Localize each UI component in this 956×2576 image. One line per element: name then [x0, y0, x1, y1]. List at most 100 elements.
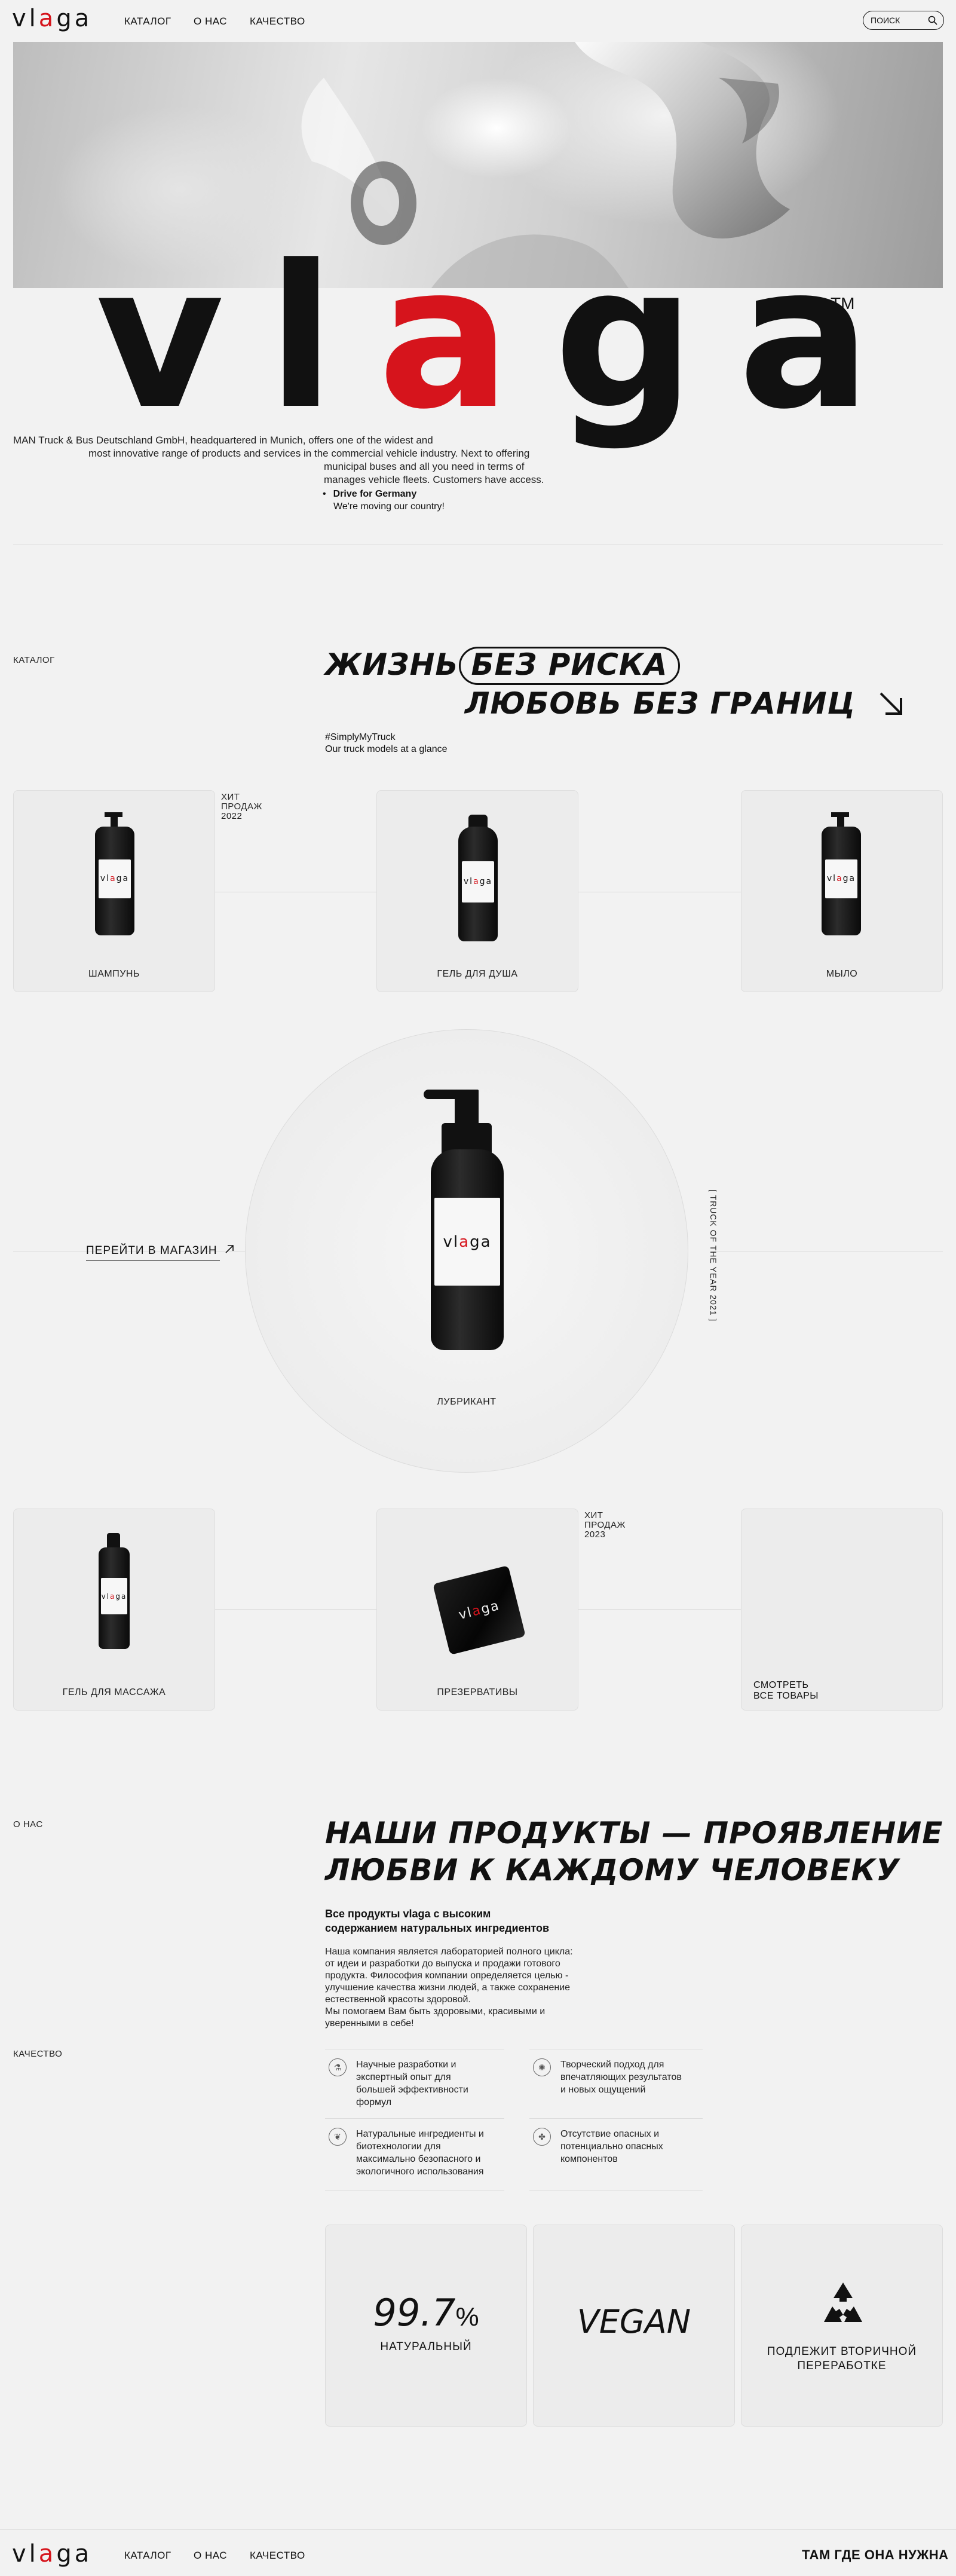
footer-slogan: ТАМ ГДЕ ОНА НУЖНА [802, 2547, 949, 2562]
spray-head [107, 1533, 120, 1549]
recycle-icon [824, 2283, 862, 2322]
brand-logo[interactable]: vlaga [12, 5, 92, 32]
about-headline-line: ЛЮБВИ К КАЖДОМУ ЧЕЛОВЕКУ [325, 1853, 900, 1887]
bestseller-badge-2023: ХИТ ПРОДАЖ 2023 [584, 1511, 626, 1540]
go-to-shop-link[interactable]: ПЕРЕЙТИ В МАГАЗИН [86, 1244, 234, 1258]
footer-link-about[interactable]: О НАС [194, 2550, 227, 2562]
pump-neck [455, 1096, 479, 1125]
search-box[interactable]: ПОИСК [863, 11, 944, 30]
footer-link-quality[interactable]: КАЧЕСТВО [250, 2550, 305, 2562]
product-card-massage-gel[interactable]: vl a ga ГЕЛЬ ДЛЯ МАССАЖА [13, 1509, 215, 1711]
bottle-cap [468, 815, 488, 828]
search-icon [928, 16, 937, 25]
product-card-soap[interactable]: vl a ga МЫЛО [741, 790, 943, 992]
hero-logo-part: ga [553, 223, 914, 452]
stat-unit: % [455, 2302, 479, 2332]
recycle-label: ПОДЛЕЖИТ ВТОРИЧНОЙ ПЕРЕРАБОТКЕ [741, 2345, 942, 2373]
feature-item: ⚗ Научные разработки и экспертный опыт д… [329, 2058, 502, 2109]
see-all-label: СМОТРЕТЬ ВСЕ ТОВАРЫ [753, 1680, 819, 1702]
catalog-section-label: КАТАЛОГ [13, 655, 55, 665]
quality-section-label: КАЧЕСТВО [13, 2049, 63, 2059]
bestseller-badge-2022: ХИТ ПРОДАЖ 2022 [221, 793, 262, 821]
product-card-condoms[interactable]: vl a ga ПРЕЗЕРВАТИВЫ [376, 1509, 578, 1711]
stat-card-recycle: ПОДЛЕЖИТ ВТОРИЧНОЙ ПЕРЕРАБОТКЕ [741, 2225, 943, 2427]
trademark-symbol: TM [831, 294, 855, 313]
feature-item: ✤ Отсутствие опасных и потенциально опас… [533, 2128, 706, 2165]
headline-pill: БЕЗ РИСКА [458, 647, 681, 685]
catalog-headline-line1: ЖИЗНЬ БЕЗ РИСКА [325, 647, 681, 685]
bottle-shower-gel: vl a ga [458, 827, 498, 941]
product-name: ШАМПУНЬ [88, 969, 140, 979]
science-icon: ⚗ [329, 2058, 347, 2076]
badge-line: 2022 [221, 811, 243, 821]
badge-line: 2023 [584, 1529, 606, 1540]
nav-link-quality[interactable]: КАЧЕСТВО [250, 16, 305, 27]
about-subheading-line: Все продукты vlaga с высоким [325, 1908, 491, 1920]
featured-product-name: ЛУБРИКАНТ [437, 1397, 497, 1407]
footer-link-catalog[interactable]: КАТАЛОГ [124, 2550, 171, 2562]
logo-part: ga [56, 5, 93, 32]
logo-part: vl [12, 2540, 39, 2568]
hero-brand-logo: vlaga [96, 239, 914, 436]
arrow-up-right-icon [225, 1245, 234, 1253]
stat-card-vegan: VEGAN [533, 2225, 735, 2427]
logo-part-accent: a [38, 2540, 57, 2568]
see-all-line: ВСЕ ТОВАРЫ [753, 1691, 819, 1701]
feature-text: Научные разработки и экспертный опыт для… [356, 2060, 468, 2107]
about-headline: НАШИ ПРОДУКТЫ — ПРОЯВЛЕНИЕ ЛЮБВИ К КАЖДО… [325, 1815, 943, 1889]
badge-line: ПРОДАЖ [584, 1520, 626, 1530]
feature-item: ✺ Творческий подход для впечатляющих рез… [533, 2058, 706, 2096]
natural-icon: ❦ [329, 2128, 347, 2146]
bottle-massage-gel: vl a ga [99, 1547, 130, 1649]
pump-neck [111, 815, 118, 828]
product-name: ГЕЛЬ ДЛЯ ДУША [437, 969, 518, 979]
product-name: МЫЛО [826, 969, 858, 979]
about-body-line: естественной красоты здоровой. [325, 1994, 471, 2005]
catalog-headline-line2: ЛЮБОВЬ БЕЗ ГРАНИЦ [465, 689, 905, 718]
badge-line: ХИТ [584, 1510, 603, 1520]
bottle-label: vl a ga [462, 861, 494, 902]
stat-value: 99.7 [373, 2291, 456, 2335]
see-all-products-card[interactable]: СМОТРЕТЬ ВСЕ ТОВАРЫ [741, 1509, 943, 1711]
catalog-subtitle: #SimplyMyTruck Our truck models at a gla… [325, 732, 448, 755]
hero-text-line: municipal buses and all you need in term… [324, 461, 525, 472]
product-card-shower-gel[interactable]: vl a ga ГЕЛЬ ДЛЯ ДУША [376, 790, 578, 992]
shop-link-underline [86, 1260, 220, 1261]
bottle-label: vl a ga [99, 859, 131, 899]
about-body-line: продукта. Философия компании определяетс… [325, 1971, 569, 1981]
hashtag: #SimplyMyTruck [325, 732, 396, 742]
badge-line: ХИТ [221, 792, 240, 802]
arrow-down-right-icon [880, 692, 903, 715]
bottle-label: vl a ga [434, 1197, 500, 1286]
condom-pack: vl a ga [433, 1565, 526, 1655]
badge-line: ПРОДАЖ [221, 801, 262, 812]
connector-line [578, 1609, 741, 1610]
creative-icon: ✺ [533, 2058, 551, 2076]
connector-line [214, 1609, 376, 1610]
headline-text: ЛЮБОВЬ БЕЗ ГРАНИЦ [465, 686, 856, 721]
vegan-label: VEGAN [577, 2303, 691, 2341]
footer-brand-logo[interactable]: vlaga [12, 2540, 92, 2568]
product-name: ПРЕЗЕРВАТИВЫ [437, 1687, 518, 1697]
nav-link-about[interactable]: О НАС [194, 16, 227, 27]
nav-link-catalog[interactable]: КАТАЛОГ [124, 16, 171, 27]
featured-product-circle[interactable]: vl a ga ЛУБРИКАНТ [245, 1029, 688, 1473]
hero-logo-part: vl [96, 223, 378, 452]
bottle-label: vl a ga [825, 859, 857, 899]
hero-description: MAN Truck & Bus Deutschland GmbH, headqu… [13, 434, 551, 487]
bullet-text: We're moving our country! [333, 501, 445, 512]
see-all-line: СМОТРЕТЬ [753, 1680, 809, 1690]
bottle-lubricant: vl a ga [431, 1149, 504, 1350]
feature-text: Натуральные ингредиенты и биотехнологии … [356, 2129, 484, 2177]
logo-part: vl [12, 5, 39, 32]
about-body-line: Мы помогаем Вам быть здоровыми, красивым… [325, 2006, 546, 2017]
footer-divider [0, 2529, 956, 2530]
feature-divider [325, 2118, 504, 2119]
safety-icon: ✤ [533, 2128, 551, 2146]
product-card-shampoo[interactable]: vl a ga ШАМПУНЬ [13, 790, 215, 992]
about-body-line: от идеи и разработки до выпуска и продаж… [325, 1959, 560, 1969]
about-section-label: О НАС [13, 1819, 43, 1829]
shop-link-label: ПЕРЕЙТИ В МАГАЗИН [86, 1244, 217, 1257]
about-body-line: улучшение качества жизни людей, а также … [325, 1983, 571, 1993]
bottle-soap: vl a ga [822, 827, 861, 935]
